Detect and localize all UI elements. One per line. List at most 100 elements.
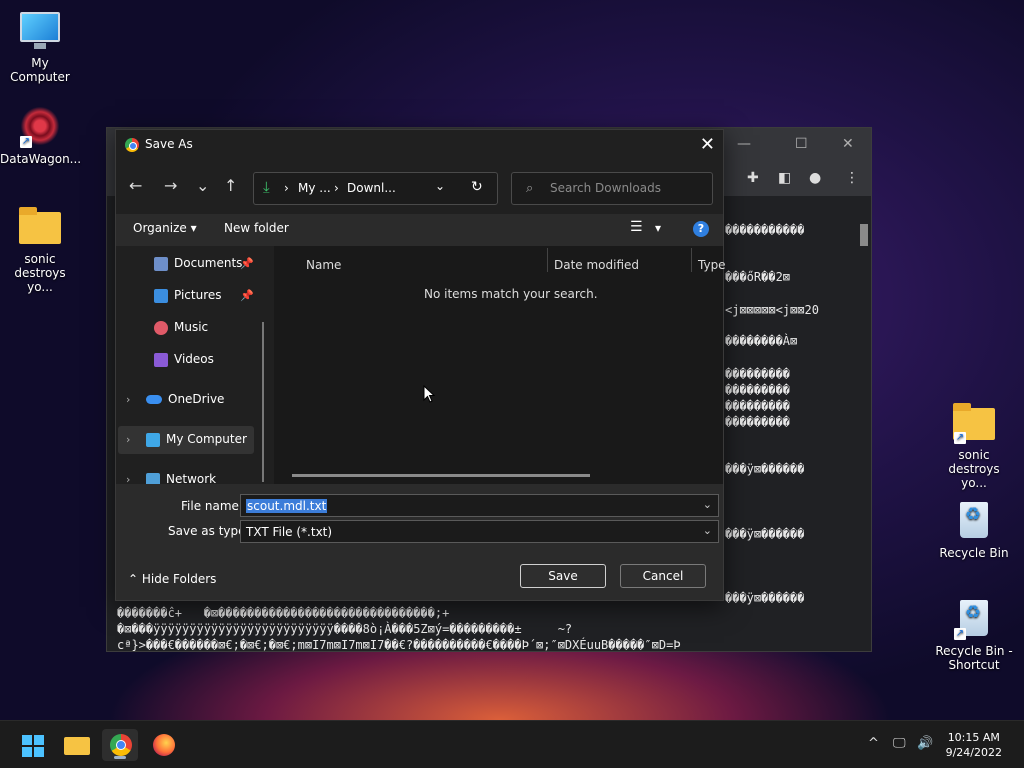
download-icon: ⤓ [263,178,270,196]
save-type-value: TXT File (*.txt) [246,525,333,539]
garbled-text-line: ��������À⊠ [725,334,798,348]
breadcrumb-my-computer[interactable]: My ... [298,181,331,195]
start-button[interactable] [14,729,50,761]
desktop-icon-recycle-bin-shortcut[interactable]: ↗ Recycle Bin - Shortcut [934,598,1014,672]
dialog-body: Documents 📌 Pictures 📌 Music Videos › On… [116,246,726,486]
save-as-dialog: Save As ✕ ← → ⌄ ↑ ⤓ › My ... › Downl... … [115,129,726,601]
hide-folders-toggle[interactable]: ⌃ Hide Folders [128,572,216,586]
column-header-name[interactable]: Name [306,258,341,272]
desktop-icon-label-line2: Shortcut [948,658,1000,672]
navigation-bar: ← → ⌄ ↑ ⤓ › My ... › Downl... ⌄ ↻ ⌕ [116,160,723,214]
help-icon[interactable]: ? [693,221,709,237]
garbled-text-line: ��������� [725,383,791,397]
garbled-text-line: ���ÿ⊠������ [725,591,805,605]
file-list: Name Date modified Type No items match y… [274,246,726,484]
nav-item-documents[interactable]: Documents [154,250,242,276]
file-name-value: scout.mdl.txt [246,499,328,513]
profile-icon[interactable]: ● [809,170,821,186]
desktop-icon-sonic-folder[interactable]: sonic destroys yo... [0,206,80,294]
chevron-down-icon[interactable]: ⌄ [703,498,712,511]
desktop-icon-label: Recycle Bin [939,546,1009,560]
mouse-cursor-icon [423,385,435,403]
desktop-icon-label-line2: destroys yo... [948,462,1000,490]
nav-item-my-computer[interactable]: My Computer [146,426,247,452]
view-dropdown-icon[interactable]: ▾ [655,221,661,235]
dialog-titlebar[interactable]: Save As ✕ [116,130,723,160]
close-icon[interactable]: ✕ [700,134,715,155]
network-status-icon[interactable]: 🖵 [893,736,906,751]
folder-icon [19,207,61,244]
nav-item-label: OneDrive [168,392,225,406]
address-bar[interactable]: ⤓ › My ... › Downl... ⌄ ↻ [253,172,498,205]
view-options-icon[interactable]: ☰ [630,219,643,235]
navigation-pane: Documents 📌 Pictures 📌 Music Videos › On… [116,246,266,486]
cancel-button[interactable]: Cancel [620,564,706,588]
nav-item-pictures[interactable]: Pictures [154,282,222,308]
search-box[interactable]: ⌕ [511,172,713,205]
extensions-icon[interactable]: ✚ [747,170,759,186]
browser-scrollbar[interactable] [859,210,869,650]
desktop-icon-label-line1: Recycle Bin - [935,644,1013,658]
sidepanel-icon[interactable]: ◧ [778,170,791,186]
minimize-icon[interactable]: — [737,136,751,152]
active-indicator [114,756,126,759]
up-arrow-icon[interactable]: ↑ [224,176,237,195]
chevron-down-icon[interactable]: ⌄ [703,524,712,537]
column-header-date-modified[interactable]: Date modified [554,258,639,272]
breadcrumb-downloads[interactable]: Downl... [347,181,396,195]
column-separator[interactable] [691,248,692,272]
desktop-icon-datawagon[interactable]: ↗ DataWagon... [0,106,82,166]
save-button[interactable]: Save [520,564,606,588]
computer-icon [146,432,160,447]
desktop-icon-recycle-bin[interactable]: Recycle Bin [934,500,1014,560]
organize-button[interactable]: Organize ▾ [133,221,197,235]
desktop-icon-label-line1: sonic [958,448,990,462]
search-input[interactable] [550,181,700,195]
expand-chevron-icon[interactable]: › [126,393,130,406]
windows-logo-icon [22,735,44,757]
breadcrumb-separator: › [334,181,339,195]
folder-icon [64,737,90,755]
menu-icon[interactable]: ⋮ [845,170,859,186]
desktop-icon-my-computer[interactable]: My Computer [0,10,80,84]
breadcrumb-separator: › [284,181,289,195]
nav-item-music[interactable]: Music [154,314,208,340]
chrome-icon [110,734,132,756]
nav-item-onedrive[interactable]: OneDrive [146,386,224,412]
recent-locations-icon[interactable]: ⌄ [196,176,209,195]
save-options-pane: File name: scout.mdl.txt ⌄ Save as type:… [116,484,723,600]
address-dropdown-icon[interactable]: ⌄ [435,179,445,193]
column-header-type[interactable]: Type [698,258,726,272]
tray-overflow-icon[interactable]: ^ [868,736,879,751]
close-icon[interactable]: ✕ [842,136,854,152]
taskbar-file-explorer[interactable] [59,729,95,761]
nav-item-label: Music [174,320,209,334]
forward-arrow-icon[interactable]: → [164,176,177,195]
taskbar-chrome[interactable] [102,729,138,761]
save-type-select[interactable]: TXT File (*.txt) ⌄ [240,520,719,543]
desktop-icon-label: DataWagon... [0,152,82,166]
garbled-text-line: ����������� [725,223,805,237]
back-arrow-icon[interactable]: ← [129,176,142,195]
desktop-icon-sonic-folder-right[interactable]: ↗ sonic destroys yo... [934,402,1014,490]
new-folder-button[interactable]: New folder [224,221,289,235]
scrollbar-thumb[interactable] [860,224,868,246]
file-name-input[interactable]: scout.mdl.txt ⌄ [240,494,719,517]
nav-pane-scrollbar[interactable] [262,322,264,482]
maximize-icon[interactable]: ☐ [795,136,808,152]
horizontal-scrollbar[interactable] [292,474,590,477]
expand-chevron-icon[interactable]: › [126,433,130,446]
save-type-label: Save as type: [168,524,250,538]
nav-item-videos[interactable]: Videos [154,346,214,372]
nav-item-network[interactable]: Network [146,466,216,484]
refresh-icon[interactable]: ↻ [471,179,483,195]
nav-item-label: Network [166,472,217,484]
clock[interactable]: 10:15 AM 9/24/2022 [946,730,1002,760]
column-separator[interactable] [547,248,548,272]
garbled-text-line: ��������� [725,415,791,429]
taskbar-firefox[interactable] [146,729,182,761]
clock-time: 10:15 AM [947,731,1000,744]
volume-icon[interactable]: 🔊 [917,736,933,751]
hide-folders-label: Hide Folders [141,572,217,586]
garbled-text-line: ��������� [725,367,791,381]
